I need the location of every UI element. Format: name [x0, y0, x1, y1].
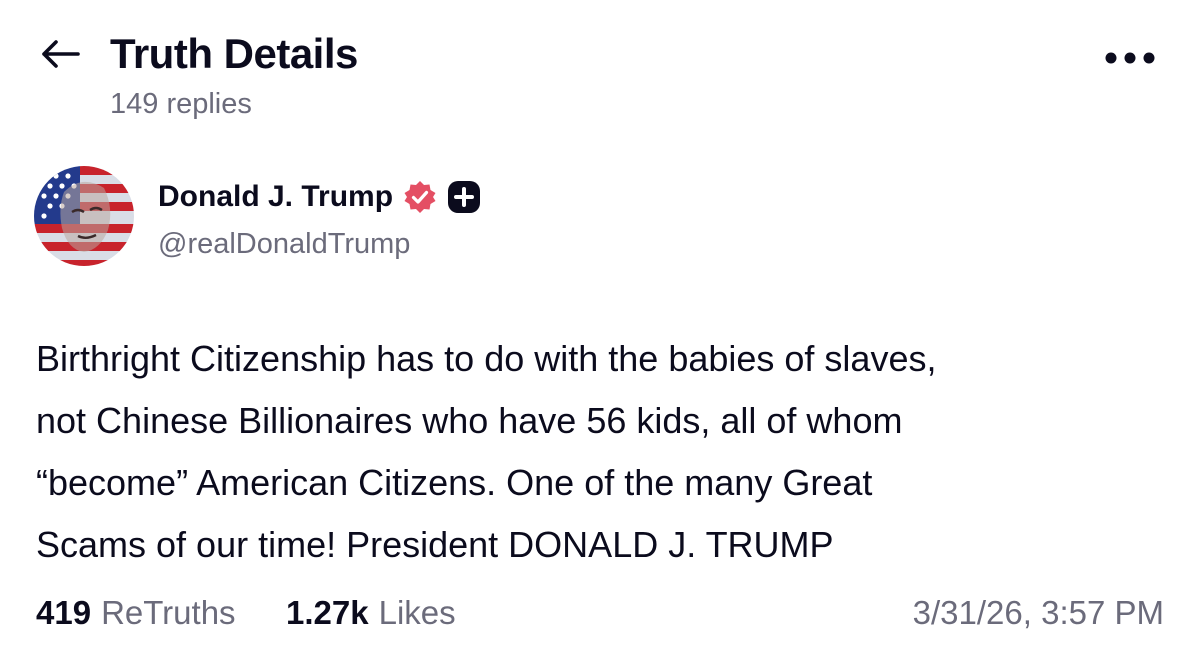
author-name[interactable]: Donald J. Trump	[158, 180, 393, 214]
likes-count: 1.27k	[286, 594, 369, 631]
more-horizontal-icon	[1105, 52, 1155, 64]
post-stats: 419 ReTruths 1.27k Likes 3/31/26, 3:57 P…	[36, 594, 1164, 638]
author-handle[interactable]: @realDonaldTrump	[158, 228, 410, 261]
author-name-row: Donald J. Trump	[158, 180, 481, 214]
post-line: “become” American Citizens. One of the m…	[36, 462, 873, 503]
likes-stat[interactable]: 1.27k Likes	[286, 594, 456, 632]
retruths-label: ReTruths	[101, 594, 236, 631]
retruths-count: 419	[36, 594, 92, 631]
page-header: Truth Details 149 replies	[0, 0, 1200, 140]
post-line: Birthright Citizenship has to do with th…	[36, 338, 937, 379]
avatar[interactable]	[34, 166, 134, 266]
truth-plus-badge-icon	[448, 181, 481, 213]
arrow-left-icon	[42, 40, 80, 68]
post-author: Donald J. Trump @realDonaldTrump	[34, 166, 1164, 276]
replies-count: 149 replies	[110, 88, 252, 120]
retruths-stat[interactable]: 419 ReTruths	[36, 594, 236, 632]
likes-label: Likes	[378, 594, 456, 631]
back-button[interactable]	[36, 34, 84, 74]
page-title: Truth Details	[110, 30, 358, 77]
post-text: Birthright Citizenship has to do with th…	[36, 328, 1166, 576]
post-line: not Chinese Billionaires who have 56 kid…	[36, 400, 903, 441]
post-line: Scams of our time! President DONALD J. T…	[36, 524, 834, 565]
post-timestamp: 3/31/26, 3:57 PM	[912, 594, 1164, 631]
more-options-button[interactable]	[1098, 40, 1162, 76]
verified-badge-icon	[404, 181, 436, 213]
